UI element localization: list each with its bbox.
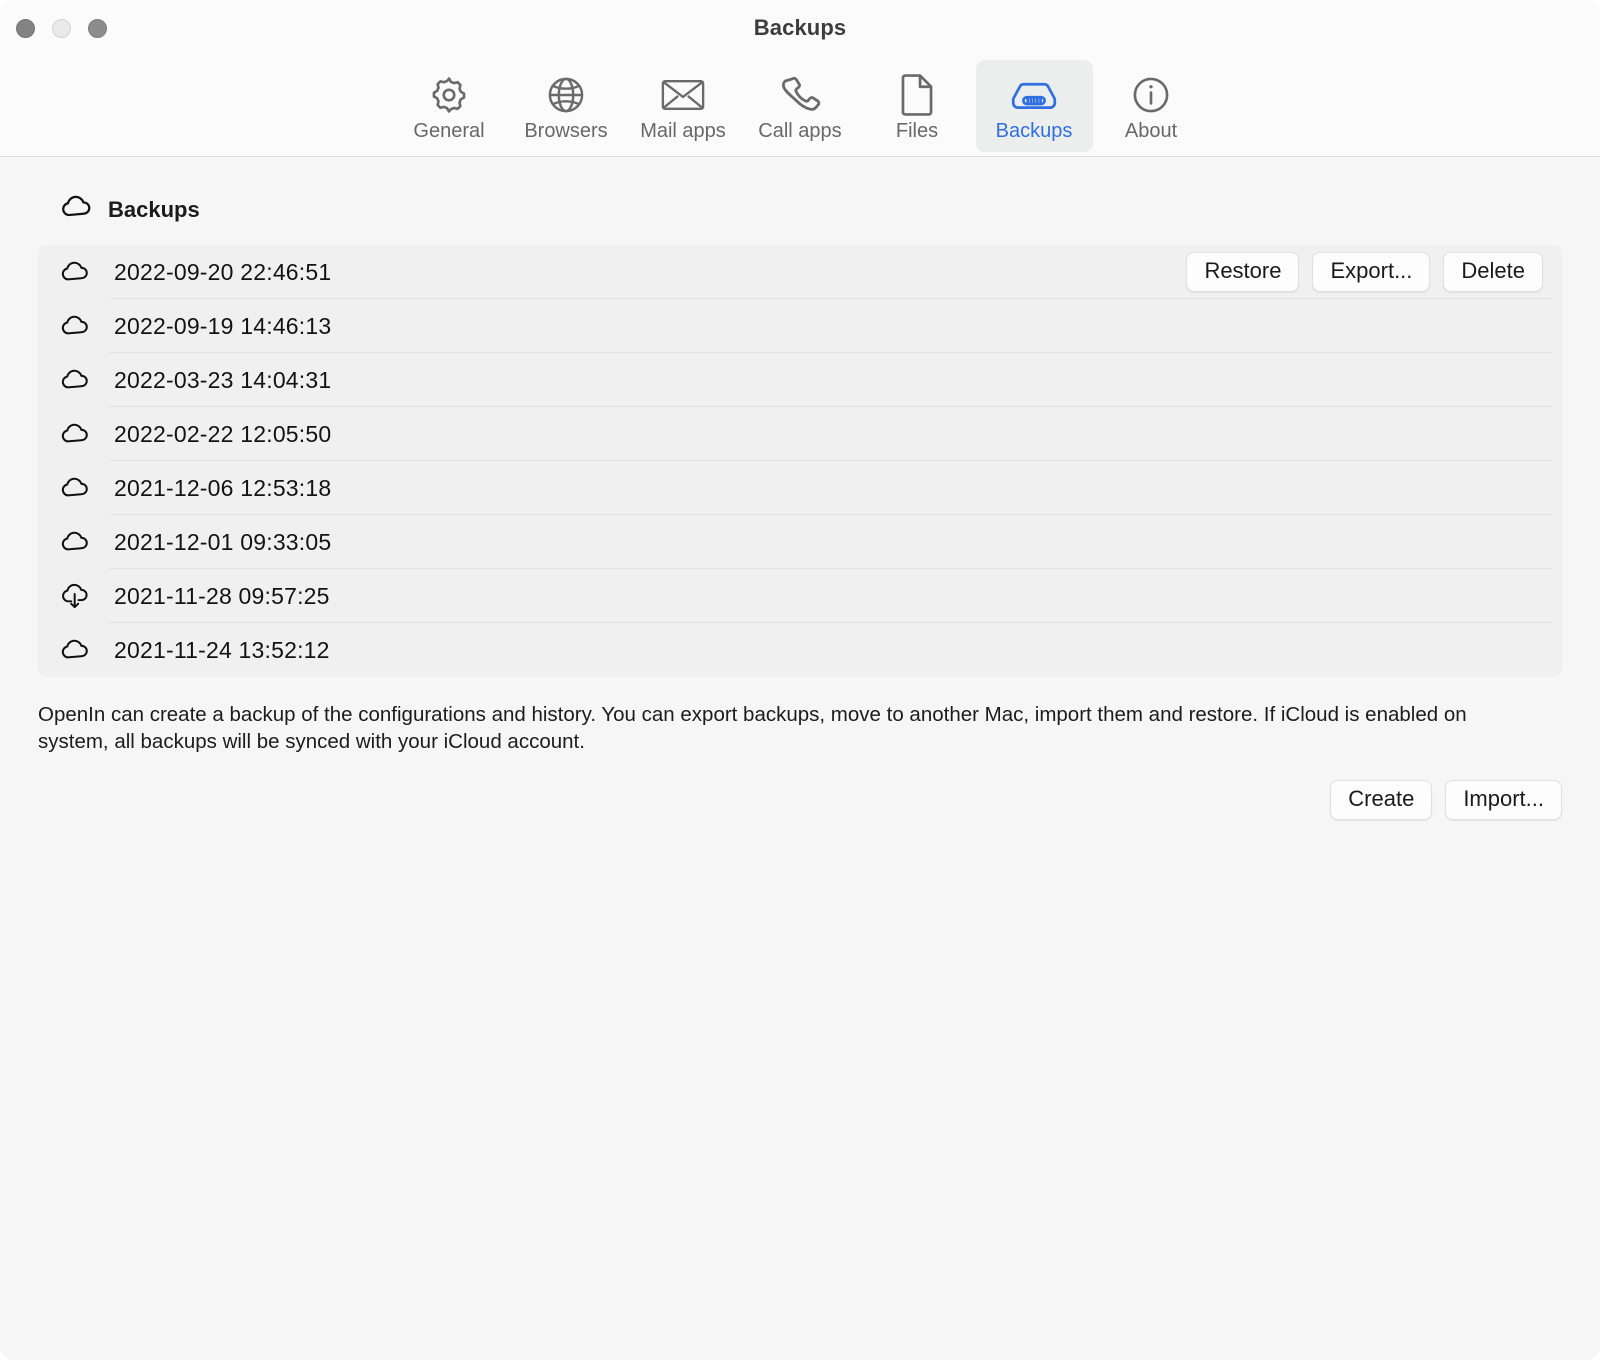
- toolbar-item-browsers[interactable]: Browsers: [508, 60, 625, 152]
- cloud-icon: [60, 194, 94, 225]
- backup-date: 2021-12-01 09:33:05: [114, 528, 332, 555]
- section-title: Backups: [108, 196, 200, 222]
- document-icon: [899, 72, 935, 118]
- row-actions: Restore Export... Delete: [1186, 251, 1543, 293]
- backup-date: 2022-03-23 14:04:31: [114, 366, 332, 393]
- toolbar-item-label: Call apps: [758, 120, 842, 142]
- cloud-download-icon: [60, 583, 114, 610]
- cloud-icon: [60, 476, 114, 500]
- table-row[interactable]: 2022-09-20 22:46:51 Restore Export... De…: [38, 245, 1562, 299]
- hard-drive-icon: [1010, 72, 1058, 118]
- cloud-icon: [60, 260, 114, 284]
- cloud-icon: [60, 638, 114, 662]
- backup-date: 2021-12-06 12:53:18: [114, 474, 332, 501]
- backup-date: 2021-11-28 09:57:25: [114, 582, 330, 609]
- toolbar-item-general[interactable]: General: [391, 60, 508, 152]
- table-row[interactable]: 2022-03-23 14:04:31: [38, 353, 1562, 407]
- toolbar-item-label: Files: [895, 120, 939, 142]
- export-button[interactable]: Export...: [1312, 251, 1431, 293]
- description-text: OpenIn can create a backup of the config…: [38, 703, 1467, 754]
- gear-icon: [428, 72, 470, 118]
- table-row[interactable]: 2021-12-01 09:33:05: [38, 515, 1562, 569]
- delete-button[interactable]: Delete: [1443, 251, 1543, 293]
- toolbar-item-about[interactable]: About: [1093, 60, 1210, 152]
- create-button[interactable]: Create: [1330, 779, 1433, 820]
- table-row[interactable]: 2021-11-28 09:57:25: [38, 569, 1562, 623]
- backup-list: 2022-09-20 22:46:51 Restore Export... De…: [38, 245, 1562, 677]
- toolbar-item-label: Backups: [995, 120, 1073, 142]
- toolbar-item-files[interactable]: Files: [859, 60, 976, 152]
- table-row[interactable]: 2021-11-24 13:52:12: [38, 623, 1562, 677]
- window-title: Backups: [753, 15, 847, 40]
- table-row[interactable]: 2021-12-06 12:53:18: [38, 461, 1562, 515]
- cloud-icon: [60, 422, 114, 446]
- title-bar: Backups: [0, 0, 1600, 56]
- cloud-icon: [60, 314, 114, 338]
- preferences-window: Backups General Browsers Mail apps Call …: [0, 0, 1600, 1360]
- backup-date: 2022-02-22 12:05:50: [114, 420, 332, 447]
- section-header: Backups: [0, 157, 1600, 225]
- toolbar-item-backups[interactable]: Backups: [975, 60, 1093, 152]
- content-area: Backups 2022-09-20 22:46:51 Restore Expo…: [0, 157, 1600, 1360]
- toolbar-item-mail-apps[interactable]: Mail apps: [625, 60, 742, 152]
- restore-button[interactable]: Restore: [1186, 251, 1300, 293]
- envelope-icon: [661, 72, 705, 118]
- cloud-icon: [60, 530, 114, 554]
- toolbar-item-label: Mail apps: [640, 120, 726, 142]
- toolbar-item-label: General: [413, 120, 485, 142]
- import-button[interactable]: Import...: [1445, 779, 1562, 820]
- phone-icon: [779, 72, 821, 118]
- toolbar-item-call-apps[interactable]: Call apps: [742, 60, 859, 152]
- info-icon: [1130, 72, 1172, 118]
- toolbar: General Browsers Mail apps Call apps Fil…: [0, 56, 1600, 157]
- bottom-actions: Create Import...: [38, 779, 1562, 820]
- backup-date: 2022-09-20 22:46:51: [114, 258, 332, 285]
- table-row[interactable]: 2022-09-19 14:46:13: [38, 299, 1562, 353]
- backup-date: 2022-09-19 14:46:13: [114, 312, 332, 339]
- table-row[interactable]: 2022-02-22 12:05:50: [38, 407, 1562, 461]
- toolbar-item-label: About: [1124, 120, 1178, 142]
- toolbar-item-label: Browsers: [524, 120, 608, 142]
- globe-icon: [545, 72, 587, 118]
- cloud-icon: [60, 368, 114, 392]
- backup-date: 2021-11-24 13:52:12: [114, 636, 330, 663]
